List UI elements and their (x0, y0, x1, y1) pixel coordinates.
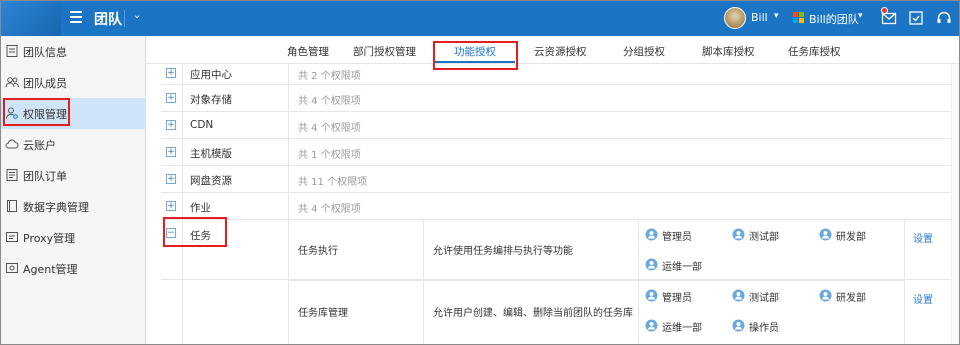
table-row: + CDN 共 4 个权限项 (161, 112, 951, 139)
cloud-icon (5, 139, 19, 149)
title-divider (124, 10, 125, 27)
permission-table: + 应用中心 共 2 个权限项 + 对象存储 共 4 个权限项 + CDN 共 … (161, 64, 951, 344)
role-list: 管理员 测试部 研发部 运维一部 操作员 (639, 280, 905, 344)
headset-icon[interactable] (936, 10, 952, 26)
group-count: 共 4 个权限项 (298, 204, 361, 215)
sidebar-item-team-orders[interactable]: 团队订单 (1, 160, 146, 191)
expand-icon[interactable]: + (166, 147, 176, 157)
table-row: + 网盘资源 共 11 个权限项 (161, 166, 951, 193)
user-menu-chevron-icon[interactable]: ▾ (774, 11, 779, 21)
tab-role-management[interactable]: 角色管理 (287, 44, 329, 59)
sidebar-item-label: 数据字典管理 (23, 201, 89, 214)
group-count: 共 4 个权限项 (298, 96, 361, 107)
settings-link[interactable]: 设置 (913, 230, 933, 245)
permission-name: 任务执行 (298, 246, 338, 257)
permission-name: 任务库管理 (298, 308, 348, 319)
top-bar: 团队 ⌄ Bill ▾ Bill的团队 ▾ (1, 1, 959, 36)
expand-icon[interactable]: + (166, 68, 176, 78)
group-count: 共 4 个权限项 (298, 123, 361, 134)
role-icon (645, 258, 658, 271)
role-list: 管理员 测试部 研发部 运维一部 (639, 220, 905, 279)
tab-task-library-authorization[interactable]: 任务库授权 (788, 44, 841, 59)
role-icon (645, 319, 658, 332)
user-name[interactable]: Bill (751, 11, 768, 24)
group-name: 应用中心 (190, 69, 232, 81)
tab-group-authorization[interactable]: 分组授权 (623, 44, 665, 59)
sidebar-item-label: 团队信息 (23, 46, 67, 59)
brand-logo (1, 1, 61, 36)
task-icon[interactable] (908, 10, 924, 26)
sidebar-item-team-info[interactable]: 团队信息 (1, 36, 146, 67)
group-name: CDN (190, 119, 214, 131)
table-row: + 作业 共 4 个权限项 (161, 193, 951, 220)
expand-icon[interactable]: + (166, 201, 176, 211)
sidebar-item-proxy[interactable]: Proxy管理 (1, 222, 146, 253)
role-icon (645, 228, 658, 241)
table-row: − 任务 任务执行 允许使用任务编排与执行等功能 管理员 测试部 研发部 运维一… (161, 220, 951, 344)
sidebar-item-label: Agent管理 (23, 263, 78, 276)
notification-badge (881, 7, 888, 14)
sidebar-item-label: 云账户 (23, 139, 56, 152)
sidebar-item-cloud-account[interactable]: 云账户 (1, 129, 146, 160)
role-icon (819, 289, 832, 302)
highlight-box-task-group (163, 217, 227, 247)
order-icon (6, 169, 18, 181)
chevron-down-icon[interactable]: ⌄ (133, 10, 141, 21)
role-icon (732, 289, 745, 302)
group-name: 主机模版 (190, 148, 232, 160)
book-icon (7, 200, 17, 212)
tab-cloud-resource-authorization[interactable]: 云资源授权 (534, 44, 587, 59)
hamburger-menu-icon[interactable] (70, 11, 82, 23)
permission-desc: 允许用户创建、编辑、删除当前团队的任务库 (433, 308, 633, 319)
table-row: + 主机模版 共 1 个权限项 (161, 139, 951, 166)
sidebar-item-team-members[interactable]: 团队成员 (1, 67, 146, 98)
group-count: 共 1 个权限项 (298, 150, 361, 161)
role-icon (732, 228, 745, 241)
sidebar-item-agent[interactable]: Agent管理 (1, 253, 146, 284)
highlight-box-sidebar (3, 98, 70, 126)
team-menu-chevron-icon[interactable]: ▾ (858, 11, 863, 21)
doc-icon (6, 45, 18, 57)
sidebar-item-data-dictionary[interactable]: 数据字典管理 (1, 191, 146, 222)
group-name: 对象存储 (190, 94, 232, 106)
settings-link[interactable]: 设置 (913, 291, 933, 306)
scrollbar[interactable] (951, 64, 959, 344)
table-row: + 应用中心 共 2 个权限项 (161, 64, 951, 85)
expand-icon[interactable]: + (166, 93, 176, 103)
proxy-icon (6, 232, 18, 242)
sidebar-item-label: Proxy管理 (23, 232, 76, 245)
tab-script-library-authorization[interactable]: 脚本库授权 (702, 44, 755, 59)
avatar[interactable] (724, 7, 746, 29)
group-count: 共 11 个权限项 (298, 177, 368, 188)
sidebar: 团队信息 团队成员 权限管理 云账户 团队订单 数据字典管理 Proxy管理 A… (1, 36, 146, 344)
permission-desc: 允许使用任务编排与执行等功能 (433, 246, 573, 257)
sidebar-item-label: 团队订单 (23, 170, 67, 183)
team-logo-icon (793, 12, 805, 24)
users-icon (5, 77, 19, 88)
table-row: 任务库管理 允许用户创建、编辑、删除当前团队的任务库 管理员 测试部 研发部 运 (161, 280, 951, 344)
tab-dept-authorization[interactable]: 部门授权管理 (353, 44, 416, 59)
role-icon (819, 228, 832, 241)
expand-icon[interactable]: + (166, 174, 176, 184)
role-icon (732, 319, 745, 332)
agent-icon (6, 263, 18, 273)
group-name: 网盘资源 (190, 175, 232, 187)
app-title: 团队 (94, 12, 122, 28)
group-count: 共 2 个权限项 (298, 71, 361, 82)
role-icon (645, 289, 658, 302)
team-switcher[interactable]: Bill的团队 (809, 11, 859, 27)
expand-icon[interactable]: + (166, 120, 176, 130)
table-row: + 对象存储 共 4 个权限项 (161, 85, 951, 112)
app-window: 团队 ⌄ Bill ▾ Bill的团队 ▾ 团队信息 团队成员 权限管理 云账户… (0, 0, 960, 345)
sidebar-item-label: 团队成员 (23, 77, 67, 90)
tab-bar: 角色管理 部门授权管理 功能授权 云资源授权 分组授权 脚本库授权 任务库授权 (146, 36, 959, 64)
group-name: 作业 (190, 202, 211, 214)
